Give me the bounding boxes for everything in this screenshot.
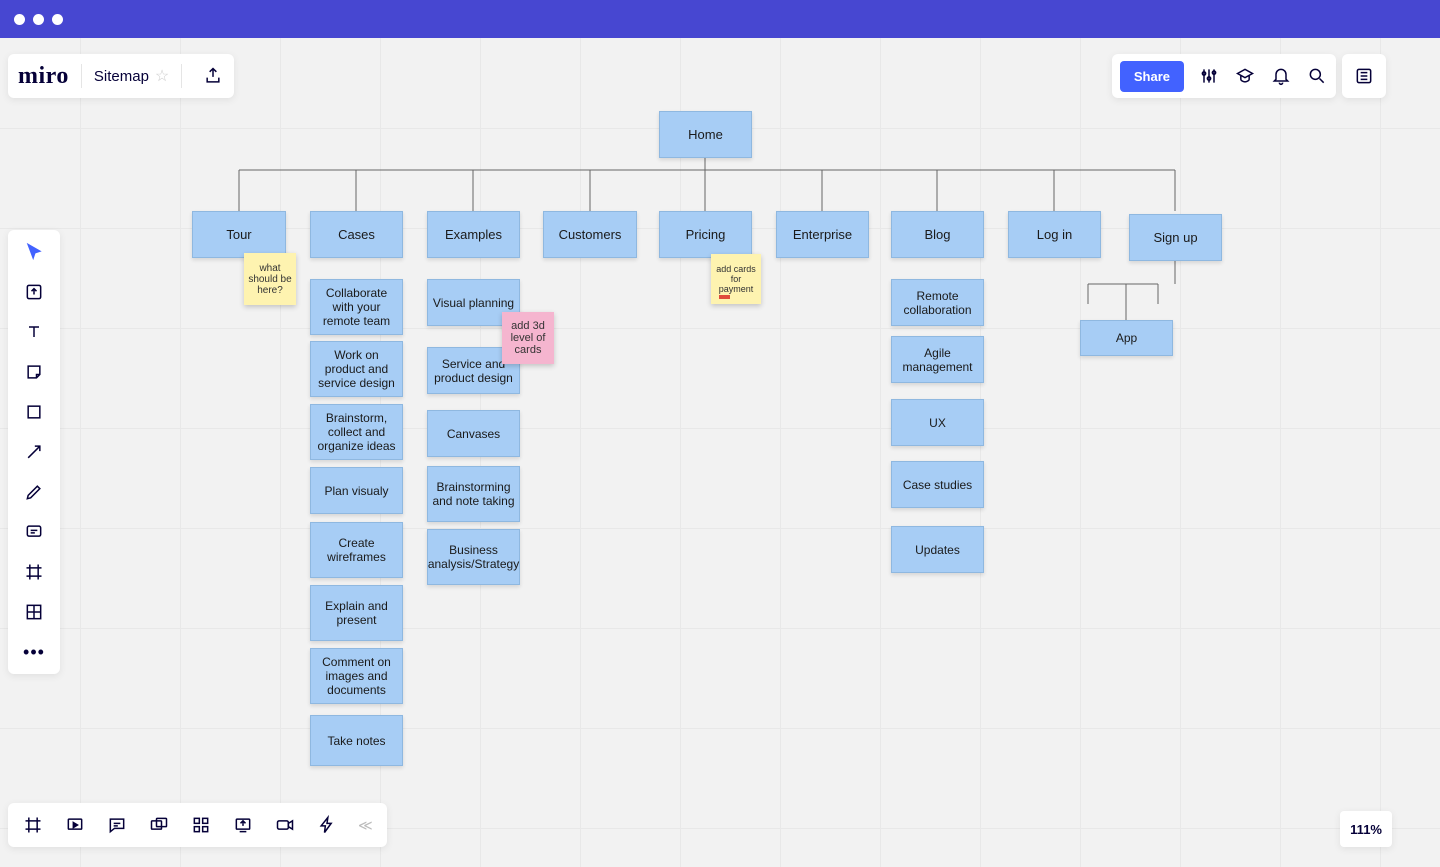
window-control-dot[interactable] [33, 14, 44, 25]
card-blog-child[interactable]: Agile management [891, 336, 984, 383]
frame-tool[interactable] [22, 560, 46, 584]
window-titlebar [0, 0, 1440, 38]
pen-tool[interactable] [22, 480, 46, 504]
card-cases-child[interactable]: Create wireframes [310, 522, 403, 578]
activity-icon[interactable] [190, 814, 212, 836]
board-header: miro Sitemap ☆ [8, 54, 234, 98]
board-actions: Share [1112, 54, 1336, 98]
card-examples-child[interactable]: Brainstorming and note taking [427, 466, 520, 522]
card-cases-child[interactable]: Take notes [310, 715, 403, 766]
sticky-examples-note[interactable]: add 3d level of cards [502, 312, 554, 364]
chat-icon[interactable] [106, 814, 128, 836]
bolt-icon[interactable] [316, 814, 338, 836]
video-icon[interactable] [274, 814, 296, 836]
star-icon[interactable]: ☆ [155, 66, 169, 86]
card-login[interactable]: Log in [1008, 211, 1101, 258]
card-pricing[interactable]: Pricing [659, 211, 752, 258]
more-tools[interactable]: ••• [22, 640, 46, 664]
search-icon[interactable] [1306, 65, 1328, 87]
cards-icon[interactable] [148, 814, 170, 836]
card-customers[interactable]: Customers [543, 211, 637, 258]
card-home[interactable]: Home [659, 111, 752, 158]
card-examples[interactable]: Examples [427, 211, 520, 258]
card-cases-child[interactable]: Work on product and service design [310, 341, 403, 397]
share-button[interactable]: Share [1120, 61, 1184, 92]
divider [81, 64, 82, 88]
academy-icon[interactable] [1234, 65, 1256, 87]
share-screen-icon[interactable] [232, 814, 254, 836]
sticky-tour-note[interactable]: what should be here? [244, 253, 296, 305]
sticky-note-tool[interactable] [22, 360, 46, 384]
card-cases-child[interactable]: Collaborate with your remote team [310, 279, 403, 335]
text-tool[interactable] [22, 320, 46, 344]
connector-lines [0, 38, 1440, 867]
bell-icon[interactable] [1270, 65, 1292, 87]
window-control-dot[interactable] [14, 14, 25, 25]
zoom-level[interactable]: 111% [1340, 811, 1392, 847]
board-canvas[interactable]: Home Tour Cases Examples Customers Prici… [0, 38, 1440, 867]
card-blog[interactable]: Blog [891, 211, 984, 258]
shape-tool[interactable] [22, 400, 46, 424]
card-examples-child[interactable]: Business analysis/Strategy [427, 529, 520, 585]
card-blog-child[interactable]: Remote collaboration [891, 279, 984, 326]
table-tool[interactable] [22, 600, 46, 624]
export-icon[interactable] [202, 65, 224, 87]
collapse-icon[interactable]: ≪ [358, 817, 373, 834]
card-signup[interactable]: Sign up [1129, 214, 1222, 261]
bottom-toolbar: ≪ [8, 803, 387, 847]
sticky-mark [719, 295, 730, 299]
board-name[interactable]: Sitemap [94, 68, 149, 85]
card-blog-child[interactable]: Updates [891, 526, 984, 573]
miro-logo[interactable]: miro [18, 63, 69, 90]
card-cases-child[interactable]: Brainstorm, collect and organize ideas [310, 404, 403, 460]
card-examples-child[interactable]: Canvases [427, 410, 520, 457]
arrow-tool[interactable] [22, 440, 46, 464]
window-control-dot[interactable] [52, 14, 63, 25]
template-tool[interactable] [22, 280, 46, 304]
card-blog-child[interactable]: UX [891, 399, 984, 446]
frames-icon[interactable] [22, 814, 44, 836]
side-panel-toggle[interactable] [1342, 54, 1386, 98]
left-toolbox: ••• [8, 230, 60, 674]
presentation-icon[interactable] [64, 814, 86, 836]
card-enterprise[interactable]: Enterprise [776, 211, 869, 258]
card-cases-child[interactable]: Explain and present [310, 585, 403, 641]
card-blog-child[interactable]: Case studies [891, 461, 984, 508]
card-cases-child[interactable]: Comment on images and documents [310, 648, 403, 704]
select-tool[interactable] [22, 240, 46, 264]
card-cases-child[interactable]: Plan visualy [310, 467, 403, 514]
card-signup-child[interactable]: App [1080, 320, 1173, 356]
card-cases[interactable]: Cases [310, 211, 403, 258]
card-tour[interactable]: Tour [192, 211, 286, 258]
comment-tool[interactable] [22, 520, 46, 544]
divider [181, 64, 182, 88]
settings-sliders-icon[interactable] [1198, 65, 1220, 87]
